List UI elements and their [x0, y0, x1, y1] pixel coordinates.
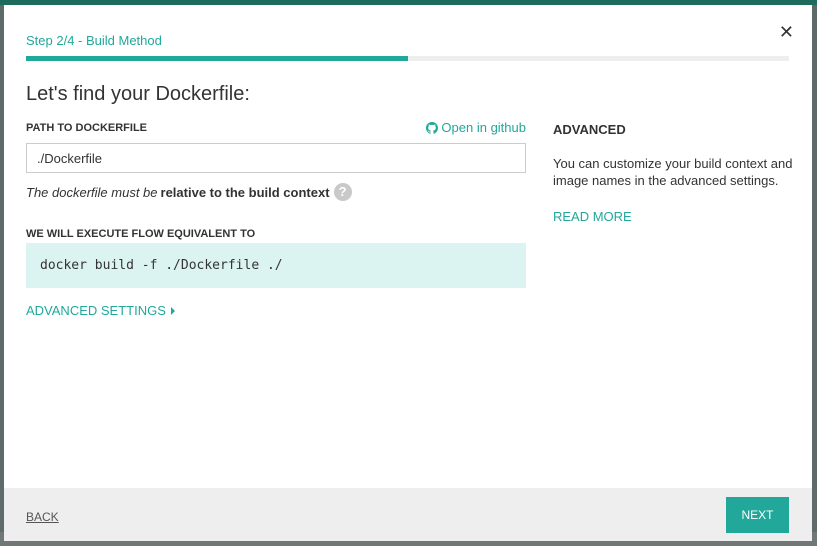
hint-bold-text: relative to the build context	[160, 184, 330, 200]
caret-right-icon	[170, 306, 175, 315]
advanced-settings-label: ADVANCED SETTINGS	[26, 303, 166, 318]
dialog-footer: BACK NEXT	[4, 488, 812, 541]
progress-bar	[26, 56, 789, 61]
path-field-label: PATH TO DOCKERFILE	[26, 122, 147, 134]
help-icon[interactable]: ?	[333, 183, 352, 201]
progress-fill	[26, 56, 408, 61]
advanced-info-panel: ADVANCED You can customize your build co…	[553, 122, 793, 226]
build-method-dialog: Step 2/4 - Build Method ✕ Let's find you…	[4, 5, 812, 541]
execute-label: WE WILL EXECUTE FLOW EQUIVALENT TO	[26, 228, 256, 240]
docker-command: docker build -f ./Dockerfile ./	[26, 243, 526, 288]
page-title: Let's find your Dockerfile:	[26, 83, 250, 105]
advanced-settings-toggle[interactable]: ADVANCED SETTINGS	[26, 303, 175, 318]
open-in-github-label: Open in github	[441, 120, 526, 135]
dialog-header: Step 2/4 - Build Method ✕	[4, 5, 812, 65]
advanced-heading: ADVANCED	[553, 122, 626, 137]
next-button[interactable]: NEXT	[726, 497, 789, 533]
back-button[interactable]: BACK	[26, 510, 59, 524]
path-hint: The dockerfile must be relative to the b…	[26, 183, 352, 201]
dockerfile-path-input[interactable]	[26, 143, 526, 173]
advanced-description: You can customize your build context and…	[553, 156, 793, 188]
open-in-github-link[interactable]: Open in github	[426, 120, 526, 135]
github-icon	[426, 121, 439, 134]
step-label: Step 2/4 - Build Method	[26, 33, 162, 48]
close-icon[interactable]: ✕	[779, 23, 794, 41]
hint-italic-text: The dockerfile must be	[26, 184, 158, 200]
read-more-link[interactable]: READ MORE	[553, 209, 632, 224]
